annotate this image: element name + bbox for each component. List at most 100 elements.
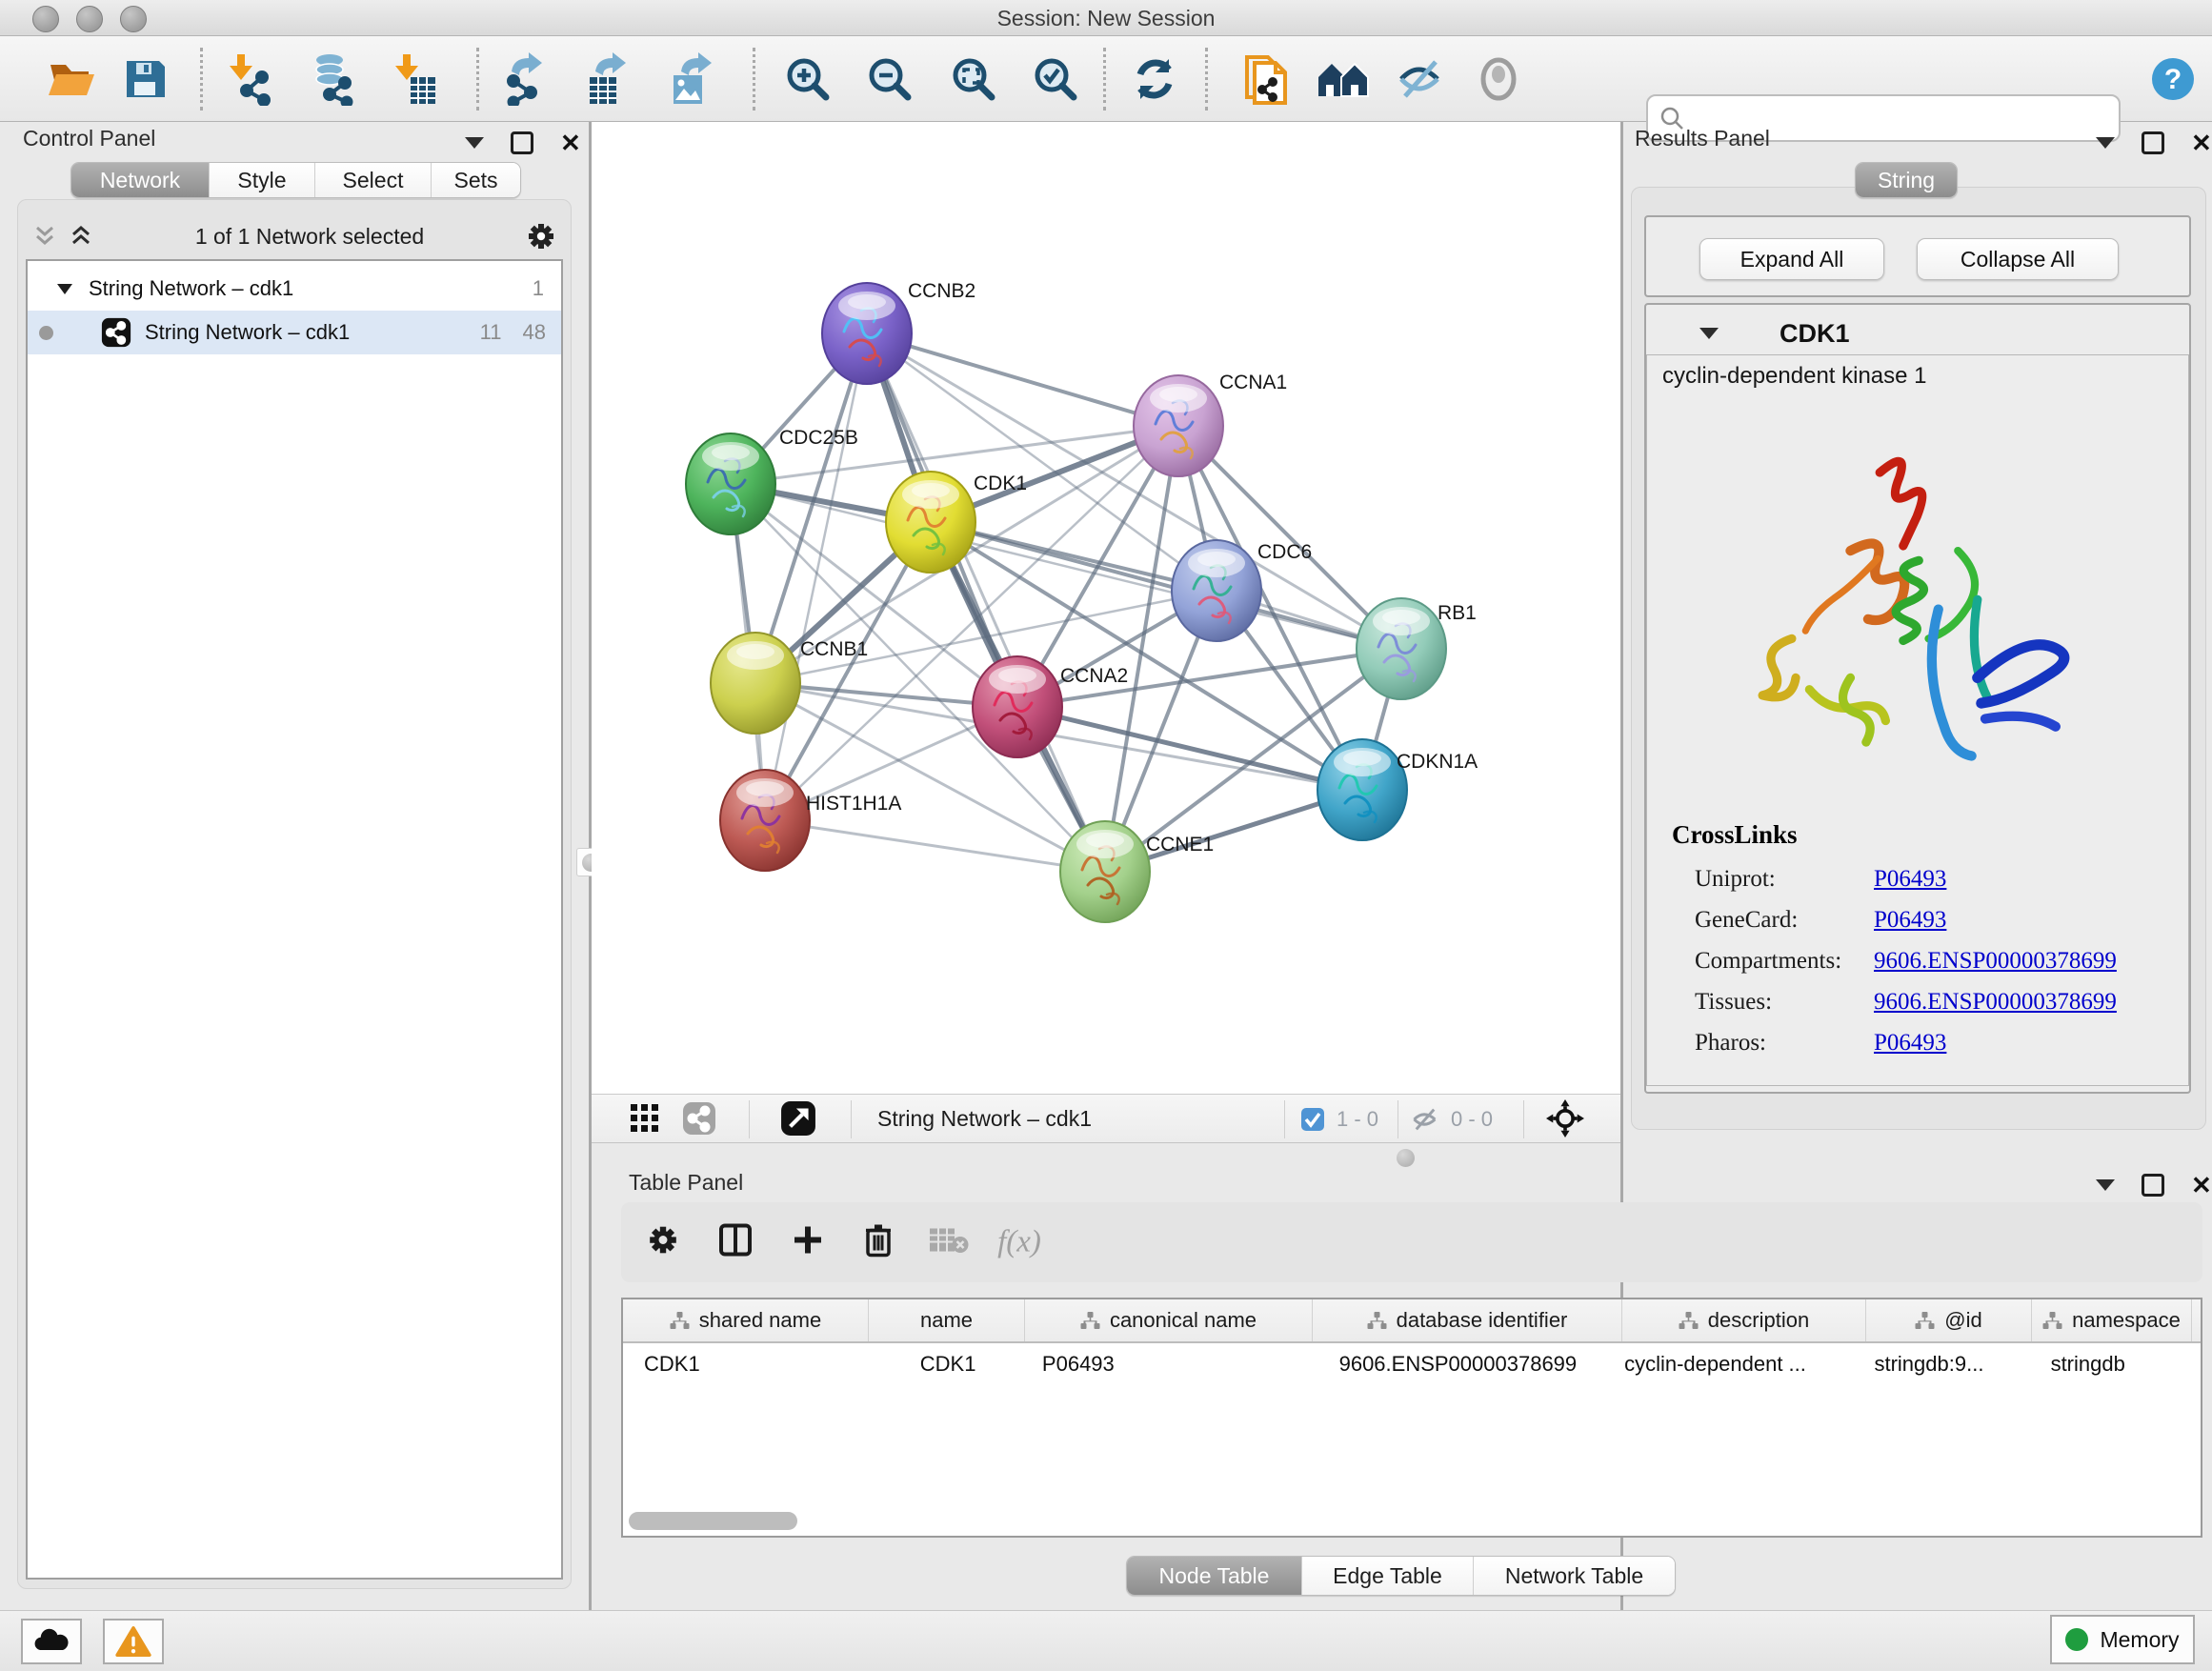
crosslink-link[interactable]: P06493 xyxy=(1874,907,1946,934)
delete-table-button[interactable] xyxy=(929,1226,969,1259)
string-home-button[interactable] xyxy=(1316,51,1371,107)
function-builder-button[interactable]: f(x) xyxy=(997,1225,1041,1260)
node-CDC25B[interactable] xyxy=(686,433,775,535)
tab-network-table[interactable]: Network Table xyxy=(1474,1557,1675,1595)
column-header-name[interactable]: name xyxy=(869,1299,1025,1341)
memory-button[interactable]: Memory xyxy=(2050,1615,2195,1664)
node-CDKN1A[interactable] xyxy=(1317,739,1407,841)
node-HIST1H1A[interactable] xyxy=(720,770,810,872)
import-network-from-file-button[interactable] xyxy=(222,51,277,107)
node-CCNB1[interactable] xyxy=(711,633,800,735)
network-canvas[interactable]: CCNB2CCNA1CDC25BCDK1CDC6RB1CCNB1CCNA2CDK… xyxy=(592,122,1620,1094)
selected-checkbox-icon[interactable] xyxy=(1300,1107,1325,1132)
cell-description[interactable]: cyclin-dependent ... xyxy=(1603,1343,1853,1385)
close-panel-icon[interactable]: ✕ xyxy=(2191,134,2212,151)
zoom-selected-button[interactable] xyxy=(1028,51,1083,107)
node-CDC6[interactable] xyxy=(1172,540,1261,642)
export-table-button[interactable] xyxy=(580,51,635,107)
grid-view-button[interactable] xyxy=(617,1091,673,1146)
table-settings-button[interactable] xyxy=(647,1224,679,1261)
node-RB1[interactable] xyxy=(1357,598,1446,700)
string-network-graph[interactable]: CCNB2CCNA1CDC25BCDK1CDC6RB1CCNB1CCNA2CDK… xyxy=(592,122,1620,1094)
node-CCNB2[interactable] xyxy=(822,283,912,385)
entry-header[interactable]: CDK1 xyxy=(1646,314,2189,352)
bottom-splitter-handle[interactable] xyxy=(1391,1143,1419,1172)
show-all-button[interactable] xyxy=(1471,51,1526,107)
node-CCNA2[interactable] xyxy=(973,656,1062,758)
open-session-button[interactable] xyxy=(44,51,99,107)
collapse-all-button[interactable]: Collapse All xyxy=(1917,238,2119,280)
horizontal-scrollbar[interactable] xyxy=(629,1512,797,1530)
tab-edge-table[interactable]: Edge Table xyxy=(1302,1557,1474,1595)
maximize-panel-icon[interactable] xyxy=(2142,131,2164,154)
maximize-panel-icon[interactable] xyxy=(511,131,533,154)
import-table-from-file-button[interactable] xyxy=(388,51,443,107)
cell-name[interactable]: CDK1 xyxy=(875,1343,1021,1385)
entry-expander-icon[interactable] xyxy=(1699,328,1719,339)
cell-canonicalname[interactable]: P06493 xyxy=(1021,1343,1313,1385)
network-collection-row[interactable]: String Network – cdk1 1 xyxy=(28,267,561,311)
warnings-button[interactable] xyxy=(103,1619,164,1664)
tab-network[interactable]: Network xyxy=(71,163,210,197)
import-network-from-database-button[interactable] xyxy=(304,51,359,107)
hide-selected-button[interactable] xyxy=(1393,51,1448,107)
help-button[interactable]: ? xyxy=(2145,51,2201,107)
table-row[interactable]: CDK1CDK1P064939606.ENSP00000378699cyclin… xyxy=(623,1343,2201,1385)
column-header-description[interactable]: description xyxy=(1622,1299,1866,1341)
tab-string[interactable]: String xyxy=(1856,163,1957,197)
column-header-databaseidentifier[interactable]: database identifier xyxy=(1313,1299,1622,1341)
cell-id[interactable]: stringdb:9... xyxy=(1853,1343,2029,1385)
node-CDK1[interactable] xyxy=(886,472,975,574)
node-CCNA1[interactable] xyxy=(1134,375,1223,477)
crosslink-link[interactable]: P06493 xyxy=(1874,1030,1946,1057)
column-header-canonicalname[interactable]: canonical name xyxy=(1025,1299,1313,1341)
float-panel-icon[interactable] xyxy=(465,137,484,149)
delete-column-button[interactable] xyxy=(864,1223,893,1262)
edge-CCNA1-HIST1H1A[interactable] xyxy=(765,426,1178,820)
cloud-status-button[interactable] xyxy=(21,1619,82,1664)
crosslink-link[interactable]: 9606.ENSP00000378699 xyxy=(1874,948,2117,975)
cell-namespace[interactable]: stringdb xyxy=(2030,1343,2201,1385)
birdseye-navigator-button[interactable] xyxy=(1538,1091,1593,1146)
column-header-sharedname[interactable]: shared name xyxy=(623,1299,869,1341)
expand-all-button[interactable]: Expand All xyxy=(1699,238,1884,280)
save-session-button[interactable] xyxy=(117,51,172,107)
edge-HIST1H1A-CCNE1[interactable] xyxy=(765,820,1105,872)
show-columns-button[interactable] xyxy=(719,1224,752,1261)
share-session-button[interactable] xyxy=(1238,51,1294,107)
zoom-out-button[interactable] xyxy=(862,51,917,107)
close-panel-icon[interactable]: ✕ xyxy=(560,134,581,151)
network-row-selected[interactable]: String Network – cdk1 11 48 xyxy=(28,311,561,354)
tab-node-table[interactable]: Node Table xyxy=(1127,1557,1302,1595)
network-badge-button[interactable] xyxy=(672,1091,727,1146)
zoom-fit-button[interactable] xyxy=(946,51,1001,107)
tab-sets[interactable]: Sets xyxy=(432,163,520,197)
edge-CDK1-RB1[interactable] xyxy=(931,522,1401,649)
zoom-in-icon xyxy=(783,54,833,104)
crosslink-link[interactable]: P06493 xyxy=(1874,866,1946,893)
close-panel-icon[interactable]: ✕ xyxy=(2191,1177,2212,1194)
cell-databaseidentifier[interactable]: 9606.ENSP00000378699 xyxy=(1313,1343,1603,1385)
export-image-button[interactable] xyxy=(664,51,719,107)
export-network-button[interactable] xyxy=(498,51,553,107)
expand-all-tree-icon[interactable] xyxy=(69,224,93,249)
tree-expander-icon[interactable] xyxy=(56,282,73,295)
node-CCNE1[interactable] xyxy=(1060,821,1150,923)
refresh-button[interactable] xyxy=(1127,51,1182,107)
open-view-button[interactable] xyxy=(771,1091,826,1146)
edge-CCNB2-CCNE1[interactable] xyxy=(867,333,1105,872)
edge-CCNB2-CCNA1[interactable] xyxy=(867,333,1178,426)
crosslink-link[interactable]: 9606.ENSP00000378699 xyxy=(1874,989,2117,1016)
zoom-in-button[interactable] xyxy=(780,51,835,107)
tab-select[interactable]: Select xyxy=(315,163,432,197)
maximize-panel-icon[interactable] xyxy=(2142,1174,2164,1197)
collapse-all-tree-icon[interactable] xyxy=(32,224,57,249)
gear-icon[interactable] xyxy=(526,221,556,252)
float-panel-icon[interactable] xyxy=(2096,1179,2115,1191)
tab-style[interactable]: Style xyxy=(210,163,315,197)
column-header-namespace[interactable]: namespace xyxy=(2032,1299,2192,1341)
float-panel-icon[interactable] xyxy=(2096,137,2115,149)
column-header-id[interactable]: @id xyxy=(1866,1299,2032,1341)
create-column-button[interactable] xyxy=(793,1225,823,1260)
cell-sharedname[interactable]: CDK1 xyxy=(623,1343,875,1385)
